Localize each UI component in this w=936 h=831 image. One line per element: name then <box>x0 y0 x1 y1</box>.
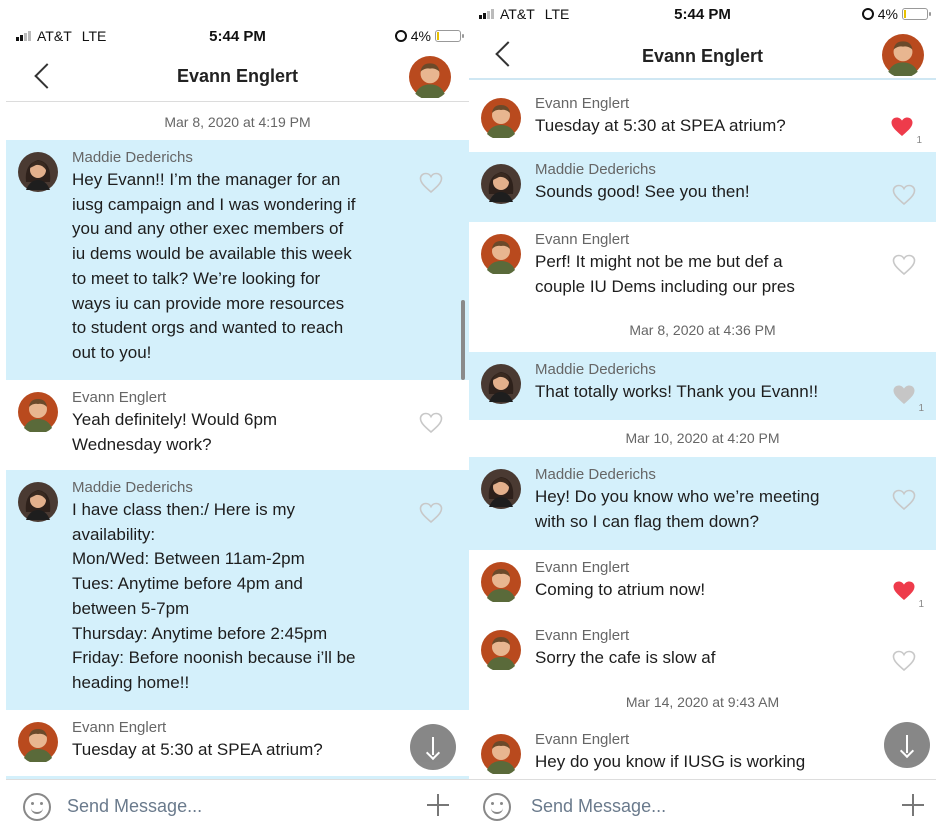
like-heart-icon[interactable] <box>419 502 443 524</box>
compose-bar: Send Message... <box>6 779 469 831</box>
message-author: Evann Englert <box>535 95 630 112</box>
date-separator: Mar 8, 2020 at 4:19 PM <box>164 114 311 130</box>
right-screen: AT&T LTE 5:44 PM 4% Evann Englert Evann … <box>469 0 936 831</box>
avatar[interactable] <box>481 734 521 774</box>
date-separator: Mar 8, 2020 at 4:36 PM <box>629 322 776 338</box>
message-item[interactable]: Evann Englert Yeah definitely! Would 6pm… <box>6 380 469 470</box>
message-author: Evann Englert <box>535 231 630 248</box>
message-author: Evann Englert <box>535 627 630 644</box>
message-text: Coming to atrium now! <box>535 580 706 599</box>
liked-heart-icon[interactable]: 1 <box>892 384 924 414</box>
message-author: Maddie Dederichs <box>72 149 193 166</box>
message-item[interactable]: Evann Englert Coming to atrium now! 1 <box>469 550 936 618</box>
message-text: Hey! Do you know who we’re meeting with … <box>535 487 820 531</box>
battery-percent: 4% <box>410 28 431 44</box>
message-text: I have class then:/ Here is my availabil… <box>72 500 356 692</box>
message-item[interactable]: Maddie Dederichs Hey! Do you know who we… <box>469 457 936 550</box>
message-input[interactable]: Send Message... <box>67 796 202 817</box>
message-item[interactable]: Maddie Dederichs I have class then:/ Her… <box>6 470 469 710</box>
status-bar: AT&T LTE 5:44 PM 4% <box>6 28 469 52</box>
chat-header: Evann Englert <box>6 52 469 102</box>
avatar[interactable] <box>481 98 521 138</box>
like-count: 1 <box>918 403 924 414</box>
add-attachment-icon[interactable] <box>902 794 924 816</box>
avatar[interactable] <box>18 482 58 522</box>
message-item[interactable]: Evann Englert Hey do you know if IUSG is… <box>469 722 936 779</box>
scroll-to-bottom-button[interactable] <box>884 722 930 768</box>
message-author: Maddie Dederichs <box>535 361 656 378</box>
like-count: 1 <box>916 135 922 146</box>
message-item[interactable]: Evann Englert Tuesday at 5:30 at SPEA at… <box>469 86 936 152</box>
orientation-lock-icon <box>861 8 874 20</box>
message-item[interactable]: Evann Englert Perf! It might not be me b… <box>469 222 936 314</box>
message-item[interactable]: Maddie Dederichs That totally works! Tha… <box>469 352 936 420</box>
battery-icon <box>435 30 464 42</box>
message-author: Maddie Dederichs <box>72 479 193 496</box>
like-heart-icon[interactable] <box>419 412 443 434</box>
like-heart-icon[interactable] <box>892 184 916 206</box>
message-item[interactable]: Maddie Dederichs Hey Evann!! I’m the man… <box>6 140 469 380</box>
message-text: Hey Evann!! I’m the manager for an iusg … <box>72 170 356 362</box>
message-feed[interactable]: Mar 8, 2020 at 4:19 PM Maddie Dederichs … <box>6 104 469 779</box>
like-heart-icon[interactable] <box>892 254 916 276</box>
message-author: Evann Englert <box>72 389 167 406</box>
chat-header: Evann Englert <box>469 30 936 80</box>
chat-title: Evann Englert <box>176 66 299 86</box>
header-avatar[interactable] <box>409 56 451 98</box>
liked-heart-icon[interactable]: 1 <box>892 580 924 610</box>
emoji-icon[interactable] <box>483 793 511 821</box>
message-author: Evann Englert <box>72 719 167 736</box>
message-text: Tuesday at 5:30 at SPEA atrium? <box>72 740 323 759</box>
avatar[interactable] <box>481 469 521 509</box>
like-heart-icon[interactable] <box>892 489 916 511</box>
message-text: Perf! It might not be me but def a coupl… <box>535 252 795 296</box>
battery-percent: 4% <box>877 6 898 22</box>
message-input[interactable]: Send Message... <box>531 796 666 817</box>
emoji-icon[interactable] <box>23 793 51 821</box>
avatar[interactable] <box>18 392 58 432</box>
battery-info: 4% <box>861 6 931 22</box>
scroll-to-bottom-button[interactable] <box>410 724 456 770</box>
scrollbar[interactable] <box>461 300 465 380</box>
message-item[interactable]: Evann Englert Tuesday at 5:30 at SPEA at… <box>6 710 469 776</box>
date-separator: Mar 14, 2020 at 9:43 AM <box>625 694 780 710</box>
add-attachment-icon[interactable] <box>427 794 449 816</box>
liked-heart-icon[interactable]: 1 <box>890 116 922 146</box>
message-author: Evann Englert <box>535 731 630 748</box>
avatar[interactable] <box>481 630 521 670</box>
like-heart-icon[interactable] <box>892 650 916 672</box>
avatar[interactable] <box>481 364 521 404</box>
compose-bar: Send Message... <box>469 779 936 831</box>
avatar[interactable] <box>481 164 521 204</box>
message-author: Evann Englert <box>535 559 630 576</box>
left-screen: AT&T LTE 5:44 PM 4% Evann Englert Mar 8,… <box>6 0 469 831</box>
avatar[interactable] <box>481 562 521 602</box>
message-text: Tuesday at 5:30 at SPEA atrium? <box>535 116 786 135</box>
avatar[interactable] <box>481 234 521 274</box>
status-bar: AT&T LTE 5:44 PM 4% <box>469 6 936 30</box>
message-text: That totally works! Thank you Evann!! <box>535 382 819 401</box>
avatar[interactable] <box>18 722 58 762</box>
message-item[interactable]: Maddie Dederichs Sounds good! See you th… <box>469 152 936 222</box>
like-count: 1 <box>918 599 924 610</box>
header-avatar[interactable] <box>882 34 924 76</box>
battery-info: 4% <box>394 28 464 44</box>
message-text: Sorry the cafe is slow af <box>535 648 716 667</box>
like-heart-icon[interactable] <box>419 172 443 194</box>
orientation-lock-icon <box>394 30 407 42</box>
message-text: Sounds good! See you then! <box>535 182 750 201</box>
battery-icon <box>902 8 931 20</box>
message-text: Yeah definitely! Would 6pm Wednesday wor… <box>72 410 278 454</box>
date-separator: Mar 10, 2020 at 4:20 PM <box>625 430 780 446</box>
avatar[interactable] <box>18 152 58 192</box>
message-item[interactable]: Evann Englert Sorry the cafe is slow af <box>469 618 936 684</box>
message-author: Maddie Dederichs <box>535 161 656 178</box>
message-text: Hey do you know if IUSG is working <box>535 752 806 771</box>
message-author: Maddie Dederichs <box>535 466 656 483</box>
message-feed[interactable]: Evann Englert Tuesday at 5:30 at SPEA at… <box>469 86 936 779</box>
chat-title: Evann Englert <box>641 46 764 66</box>
